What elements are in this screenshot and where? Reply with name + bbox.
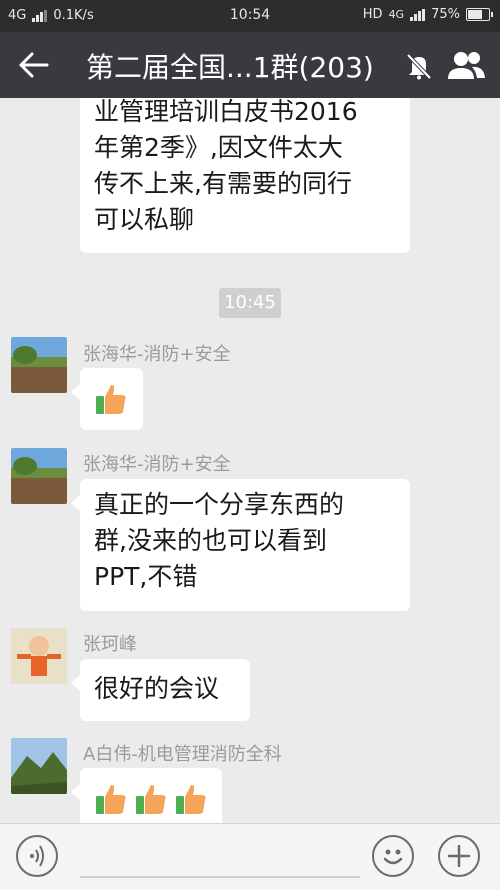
message-list[interactable]: 业管理培训白皮书2016 年第2季》,因文件太大 传不上来,有需要的同行 可以私… xyxy=(0,98,500,823)
message-bubble[interactable]: 很好的会议 xyxy=(71,659,250,721)
thumbs-row xyxy=(94,368,128,430)
message-line: 真正的一个分享东西的 xyxy=(94,490,345,519)
message-bubble[interactable]: 业管理培训白皮书2016 年第2季》,因文件太大 传不上来,有需要的同行 可以私… xyxy=(80,98,410,253)
plus-icon xyxy=(448,845,470,867)
thumbs-up-icon xyxy=(176,784,206,814)
signal-icon-right xyxy=(410,8,426,21)
voice-button[interactable] xyxy=(16,835,58,877)
chat-header: 第二届全国...1群(203) xyxy=(0,32,500,98)
thumbs-row xyxy=(94,768,208,823)
thumbs-up-icon xyxy=(96,784,126,814)
message-line: 传不上来,有需要的同行 xyxy=(94,169,352,198)
network-type-right: 4G xyxy=(388,8,405,21)
sender-name: 张珂峰 xyxy=(83,634,137,655)
sender-name: 张海华-消防+安全 xyxy=(83,344,231,365)
avatar[interactable] xyxy=(11,448,67,504)
avatar[interactable] xyxy=(11,628,67,684)
battery-percent: 75% xyxy=(431,7,460,22)
message-input[interactable] xyxy=(80,876,360,878)
input-bar xyxy=(0,823,500,890)
timestamp: 10:45 xyxy=(219,288,281,318)
mute-bell-icon xyxy=(406,53,432,80)
avatar[interactable] xyxy=(11,337,67,393)
thumbs-up-icon xyxy=(136,784,166,814)
message-line: PPT,不错 xyxy=(94,562,198,591)
message-line: 群,没来的也可以看到 xyxy=(94,526,327,555)
message-line: 年第2季》,因文件太大 xyxy=(94,133,343,162)
back-arrow-icon[interactable] xyxy=(18,50,50,80)
battery-icon xyxy=(466,8,493,21)
emoji-icon xyxy=(383,849,403,865)
group-members-icon[interactable] xyxy=(446,50,486,80)
emoji-button[interactable] xyxy=(372,835,414,877)
sender-name: A白伟-机电管理消防全科 xyxy=(83,744,282,765)
message-line: 很好的会议 xyxy=(94,674,220,703)
more-button[interactable] xyxy=(438,835,480,877)
message-line: 可以私聊 xyxy=(94,205,195,234)
message-line: 业管理培训白皮书2016 xyxy=(94,98,358,126)
voice-icon xyxy=(30,845,44,867)
message-bubble[interactable] xyxy=(71,768,222,823)
chat-title[interactable]: 第二届全国...1群(203) xyxy=(86,46,374,86)
hd-indicator: HD xyxy=(362,7,383,22)
message-bubble[interactable] xyxy=(71,368,143,430)
message-bubble[interactable]: 真正的一个分享东西的 群,没来的也可以看到 PPT,不错 xyxy=(71,479,410,611)
thumbs-up-icon xyxy=(96,384,126,414)
sender-name: 张海华-消防+安全 xyxy=(83,454,231,475)
status-right: HD 4G 75% xyxy=(362,7,493,22)
status-bar: 4G 0.1K/s 10:54 HD 4G 75% xyxy=(0,0,500,32)
avatar[interactable] xyxy=(11,738,67,794)
